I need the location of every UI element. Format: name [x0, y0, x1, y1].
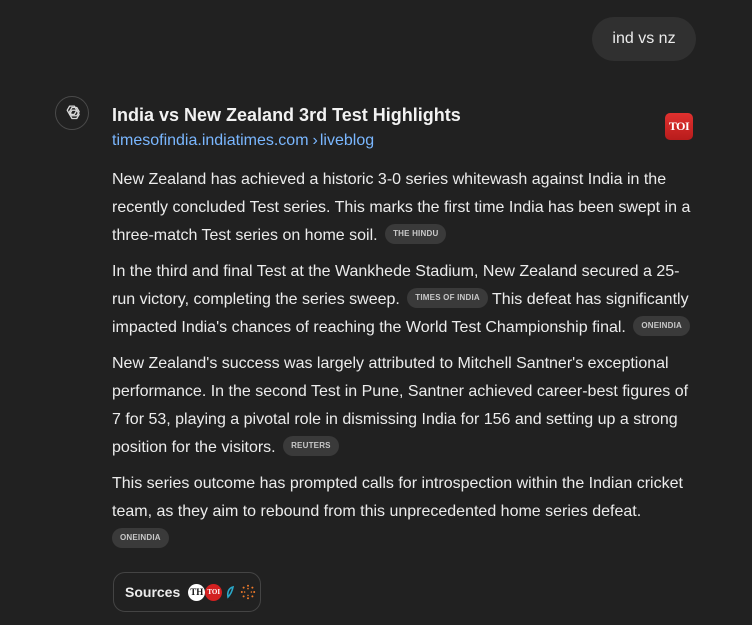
toi-logo-icon[interactable]: TOI [665, 113, 693, 140]
answer-paragraph: New Zealand has achieved a historic 3-0 … [112, 166, 692, 250]
openai-logo-icon [66, 105, 80, 120]
source-path[interactable]: liveblog [320, 132, 374, 149]
source-domain[interactable]: timesofindia.indiatimes.com [112, 132, 309, 149]
source-link[interactable]: timesofindia.indiatimes.com › liveblog [112, 129, 692, 153]
assistant-answer: India vs New Zealand 3rd Test Highlights… [112, 103, 693, 554]
assistant-avatar [55, 96, 89, 130]
answer-paragraph: In the third and final Test at the Wankh… [112, 258, 692, 342]
sources-label: Sources [125, 584, 181, 600]
chevron-right-icon: › [312, 132, 318, 149]
answer-paragraph: New Zealand's success was largely attrib… [112, 350, 692, 462]
answer-title: India vs New Zealand 3rd Test Highlights [112, 105, 461, 125]
citation-pill[interactable]: TIMES OF INDIA [407, 287, 488, 308]
paragraph-text: New Zealand's success was largely attrib… [112, 355, 689, 456]
user-message-bubble: ind vs nz [592, 17, 696, 61]
citation-pill[interactable]: REUTERS [283, 435, 339, 456]
reuters-favicon-icon [239, 583, 257, 601]
answer-paragraph: This series outcome has prompted calls f… [112, 470, 692, 554]
source-favicons: TH TOI [188, 583, 257, 601]
sources-button[interactable]: Sources TH TOI [113, 572, 261, 612]
chat-page: ind vs nz India vs New Zealand 3rd Test … [0, 0, 752, 625]
the-hindu-favicon-icon: TH [188, 583, 206, 601]
toi-favicon-icon: TOI [205, 583, 223, 601]
citation-pill[interactable]: THE HINDU [385, 223, 447, 244]
citation-pill[interactable]: ONEINDIA [112, 527, 169, 548]
oneindia-favicon-icon [222, 583, 240, 601]
user-message-text: ind vs nz [612, 30, 676, 47]
paragraph-text: This series outcome has prompted calls f… [112, 475, 683, 520]
citation-pill[interactable]: ONEINDIA [633, 315, 691, 336]
